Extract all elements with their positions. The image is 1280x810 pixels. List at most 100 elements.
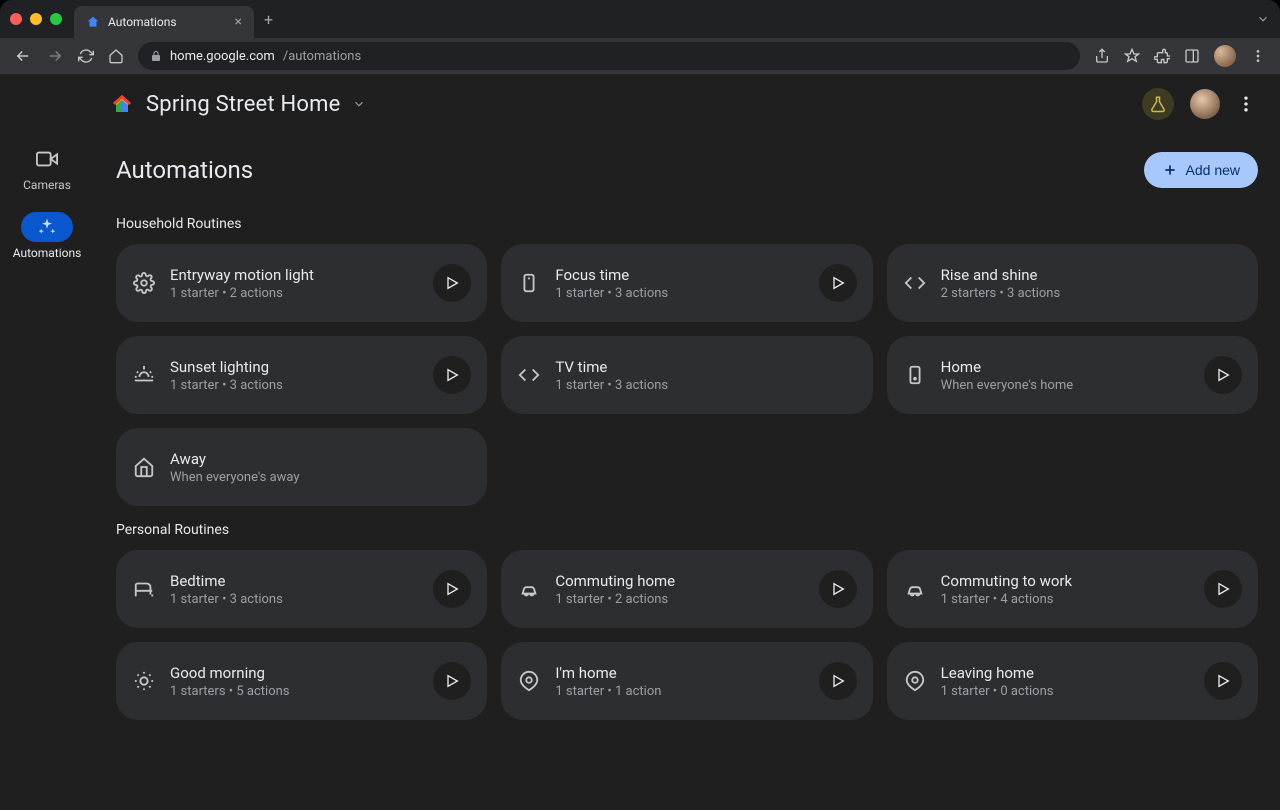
run-routine-button[interactable] [819,264,857,302]
code-icon [518,364,540,386]
routine-subtitle: 1 starter • 3 actions [555,286,804,301]
routine-subtitle: 1 starter • 3 actions [555,378,856,393]
routine-icon [903,272,927,294]
routine-card[interactable]: Commuting to work1 starter • 4 actions [887,550,1258,628]
routine-card[interactable]: TV time1 starter • 3 actions [501,336,872,414]
routine-card[interactable]: Bedtime1 starter • 3 actions [116,550,487,628]
sidebar-item-automations[interactable]: Automations [13,212,82,260]
routine-card[interactable]: Rise and shine 2 starters • 3 actions [887,244,1258,322]
app-root: Spring Street Home Cameras Automations A… [0,74,1280,810]
routine-subtitle: 1 starter • 1 action [555,684,804,699]
sidebar-item-cameras[interactable]: Cameras [21,144,73,192]
routine-subtitle: 2 starters • 3 actions [941,286,1242,301]
routine-card[interactable]: Entryway motion light1 starter • 2 actio… [116,244,487,322]
sidebar: Cameras Automations [0,134,94,810]
close-window-button[interactable] [10,13,22,25]
routine-card[interactable]: Leaving home 1 starter • 0 actions [887,642,1258,720]
chevron-down-icon[interactable] [352,97,366,111]
window-controls [10,13,62,25]
section-title: Personal Routines [116,522,1258,538]
app-menu-button[interactable] [1236,94,1256,114]
new-tab-button[interactable]: + [264,10,273,29]
routine-icon [517,364,541,386]
run-routine-button[interactable] [433,662,471,700]
routine-card[interactable]: AwayWhen everyone's away [116,428,487,506]
device-icon [518,272,540,294]
routine-title: Good morning [170,664,419,682]
play-icon [444,275,460,291]
routine-subtitle: 1 starter • 0 actions [941,684,1190,699]
routine-title: Commuting home [555,572,804,590]
bookmark-icon[interactable] [1124,48,1140,64]
routine-subtitle: 1 starter • 2 actions [555,592,804,607]
routine-title: I'm home [555,664,804,682]
address-bar[interactable]: home.google.com/automations [138,42,1080,70]
run-routine-button[interactable] [433,356,471,394]
routine-title: Away [170,450,471,468]
car-icon [518,578,540,600]
routine-subtitle: When everyone's home [941,378,1190,393]
car-icon [904,578,926,600]
gear-icon [133,272,155,294]
routine-icon [517,670,541,692]
minimize-window-button[interactable] [30,13,42,25]
browser-tab[interactable]: Automations × [74,6,254,38]
content-area: Automations Add new Household RoutinesEn… [94,134,1280,810]
routine-title: Sunset lighting [170,358,419,376]
routine-icon [132,364,156,386]
routine-card[interactable]: Home When everyone's home [887,336,1258,414]
sidebar-item-label: Cameras [23,178,71,192]
play-icon [1215,581,1231,597]
page-title: Automations [116,156,253,184]
toolbar-actions [1094,45,1266,67]
close-tab-icon[interactable]: × [235,14,242,30]
location-icon [518,670,540,692]
share-icon[interactable] [1094,48,1110,64]
routine-icon [517,272,541,294]
run-routine-button[interactable] [1204,662,1242,700]
home-button[interactable] [108,48,124,64]
routine-icon [903,578,927,600]
routine-card[interactable]: Good morning 1 starters • 5 actions [116,642,487,720]
back-button[interactable] [14,47,32,65]
routine-subtitle: 1 starter • 3 actions [170,592,419,607]
sidepanel-icon[interactable] [1184,48,1200,64]
maximize-window-button[interactable] [50,13,62,25]
routine-title: Home [941,358,1190,376]
routine-title: Leaving home [941,664,1190,682]
run-routine-button[interactable] [819,570,857,608]
routine-icon [132,456,156,478]
routine-card[interactable]: Sunset lighting1 starter • 3 actions [116,336,487,414]
tabs-dropdown-icon[interactable] [1256,12,1270,26]
run-routine-button[interactable] [433,264,471,302]
play-icon [1215,367,1231,383]
home-name[interactable]: Spring Street Home [146,92,340,117]
away-icon [133,456,155,478]
routine-subtitle: 1 starters • 5 actions [170,684,419,699]
routine-title: Rise and shine [941,266,1242,284]
reload-button[interactable] [78,48,94,64]
run-routine-button[interactable] [1204,570,1242,608]
run-routine-button[interactable] [1204,356,1242,394]
browser-menu-icon[interactable] [1250,48,1266,64]
location-icon [904,670,926,692]
routine-grid: Bedtime1 starter • 3 actionsCommuting ho… [116,550,1258,720]
user-avatar[interactable] [1190,89,1220,119]
sun-icon [133,670,155,692]
run-routine-button[interactable] [433,570,471,608]
play-icon [444,581,460,597]
app-header: Spring Street Home [0,74,1280,134]
routine-card[interactable]: Focus time1 starter • 3 actions [501,244,872,322]
extensions-icon[interactable] [1154,48,1170,64]
home-device-icon [904,364,926,386]
run-routine-button[interactable] [819,662,857,700]
routine-subtitle: 1 starter • 2 actions [170,286,419,301]
routine-icon [517,578,541,600]
forward-button[interactable] [46,47,64,65]
profile-avatar[interactable] [1214,45,1236,67]
add-new-button[interactable]: Add new [1144,152,1258,188]
routine-card[interactable]: I'm home 1 starter • 1 action [501,642,872,720]
experiments-button[interactable] [1142,88,1174,120]
routine-subtitle: 1 starter • 4 actions [941,592,1190,607]
routine-card[interactable]: Commuting home 1 starter • 2 actions [501,550,872,628]
